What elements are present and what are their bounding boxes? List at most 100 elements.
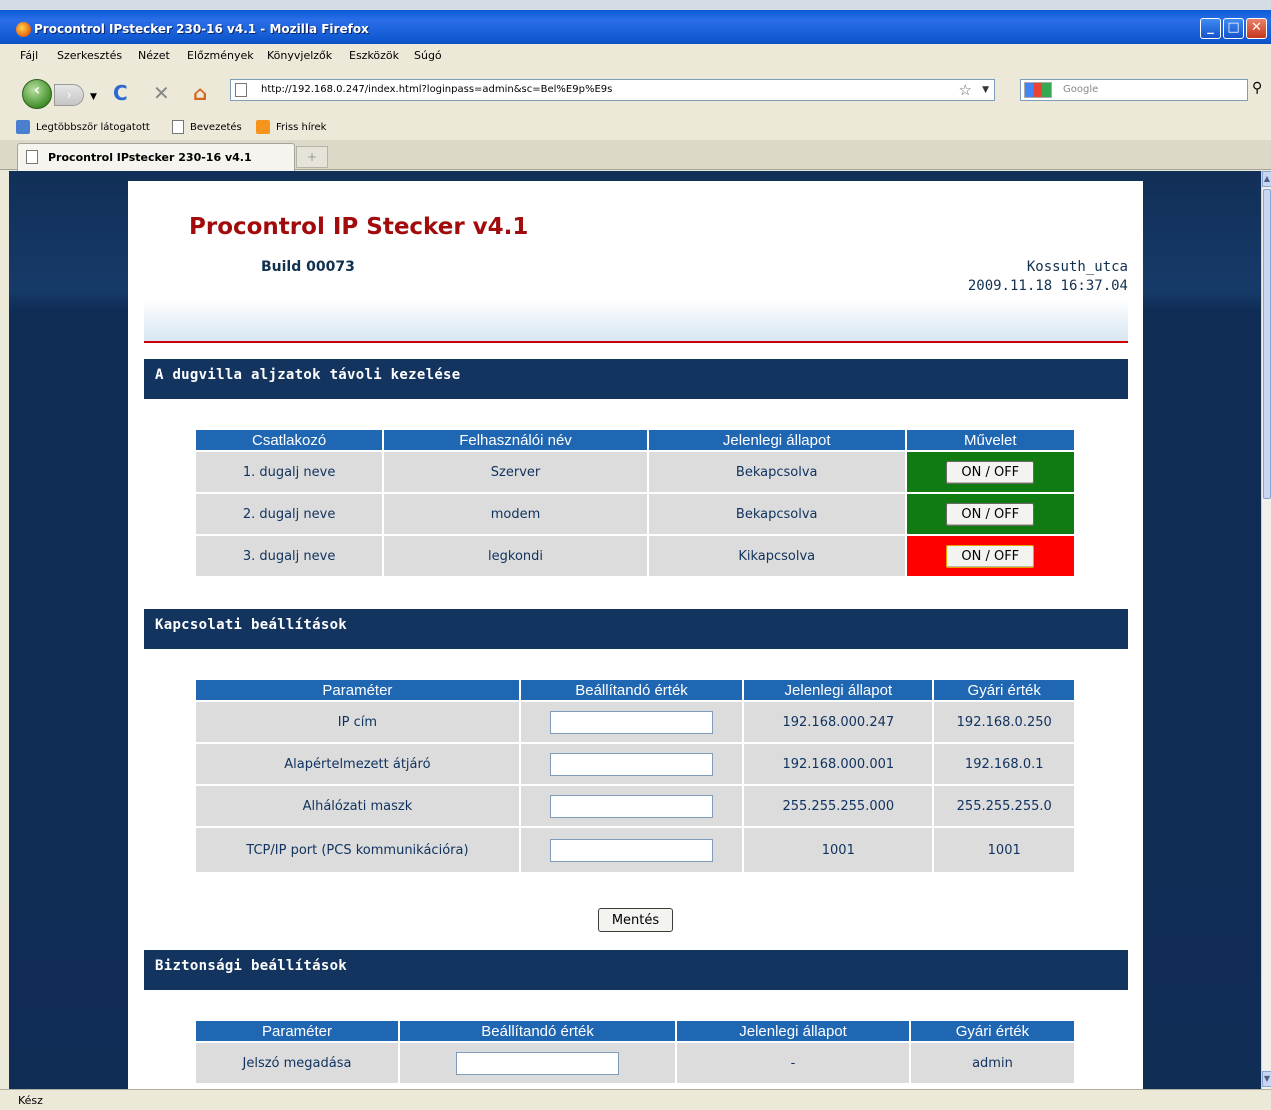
col-header: Beállítandó érték	[400, 1021, 676, 1041]
param-input-cell	[520, 744, 743, 784]
col-header: Paraméter	[196, 680, 519, 700]
scroll-down-icon[interactable]: ▼	[1262, 1071, 1271, 1087]
tab-title: Procontrol IPstecker 230-16 v4.1	[48, 151, 252, 164]
history-dropdown-icon[interactable]: ▼	[90, 86, 97, 108]
ip-address-input[interactable]	[550, 710, 714, 734]
menu-history[interactable]: Előzmények	[187, 49, 254, 62]
menu-view[interactable]: Nézet	[138, 49, 170, 62]
bookmark-news[interactable]: Friss hírek	[276, 122, 326, 133]
col-header: Beállítandó érték	[520, 680, 743, 700]
socket-user-name: modem	[384, 494, 647, 534]
table-row: Alapértelmezett átjáró 192.168.000.001 1…	[196, 744, 1074, 784]
page-icon	[235, 83, 247, 97]
socket-action-cell: ON / OFF	[906, 494, 1074, 534]
header-divider	[144, 341, 1128, 343]
col-header: Művelet	[906, 430, 1074, 450]
menu-help[interactable]: Súgó	[414, 49, 442, 62]
forward-button[interactable]: ›	[54, 84, 84, 106]
tcp-port-input[interactable]	[550, 838, 714, 862]
param-factory: 192.168.0.250	[934, 702, 1074, 742]
search-placeholder: Google	[1063, 84, 1099, 95]
save-button[interactable]: Mentés	[598, 908, 673, 932]
socket-state: Bekapcsolva	[648, 494, 905, 534]
col-header: Jelenlegi állapot	[744, 680, 933, 700]
toggle-button[interactable]: ON / OFF	[946, 460, 1035, 484]
navigation-toolbar: ‹ › ▼ C ✕ ⌂ http://192.168.0.247/index.h…	[0, 66, 1271, 116]
menu-file[interactable]: Fájl	[20, 49, 38, 62]
page-viewport: Procontrol IP Stecker v4.1 Build 00073 K…	[9, 171, 1261, 1089]
window-title: Procontrol IPstecker 230-16 v4.1 - Mozil…	[34, 22, 369, 36]
col-header: Jelenlegi állapot	[648, 430, 905, 450]
col-header: Gyári érték	[934, 680, 1074, 700]
param-factory: 192.168.0.1	[934, 744, 1074, 784]
scroll-up-icon[interactable]: ▲	[1262, 171, 1271, 187]
security-table: Paraméter Beállítandó érték Jelenlegi ál…	[194, 1019, 1076, 1085]
param-input-cell	[520, 786, 743, 826]
vertical-scrollbar[interactable]: ▲ ▼	[1261, 171, 1271, 1089]
param-label: Jelszó megadása	[196, 1043, 399, 1083]
table-row: 3. dugalj neve legkondi Kikapcsolva ON /…	[196, 536, 1074, 576]
search-box[interactable]: Google	[1020, 79, 1248, 101]
param-current: 255.255.255.000	[744, 786, 933, 826]
toggle-button[interactable]: ON / OFF	[946, 544, 1035, 568]
reload-icon[interactable]: C	[113, 82, 128, 104]
home-icon[interactable]: ⌂	[193, 82, 207, 104]
table-row: 1. dugalj neve Szerver Bekapcsolva ON / …	[196, 452, 1074, 492]
bookmark-most-visited[interactable]: Legtöbbször látogatott	[36, 122, 150, 133]
param-current: 1001	[744, 828, 933, 872]
table-row: IP cím 192.168.000.247 192.168.0.250	[196, 702, 1074, 742]
sockets-table: Csatlakozó Felhasználói név Jelenlegi ál…	[194, 428, 1076, 578]
tab-active[interactable]: Procontrol IPstecker 230-16 v4.1	[17, 143, 295, 171]
google-search-icon[interactable]	[1024, 82, 1052, 98]
param-current: 192.168.000.247	[744, 702, 933, 742]
socket-state: Bekapcsolva	[648, 452, 905, 492]
socket-action-cell: ON / OFF	[906, 536, 1074, 576]
col-header: Csatlakozó	[196, 430, 383, 450]
param-input-cell	[520, 828, 743, 872]
bookmarks-toolbar: Legtöbbször látogatott Bevezetés Friss h…	[0, 116, 1271, 140]
param-current: 192.168.000.001	[744, 744, 933, 784]
search-magnifier-icon[interactable]: ⚲	[1252, 80, 1262, 96]
tab-bar: Procontrol IPstecker 230-16 v4.1 +	[0, 140, 1271, 171]
firefox-icon	[16, 22, 31, 37]
socket-user-name: legkondi	[384, 536, 647, 576]
window-titlebar: Procontrol IPstecker 230-16 v4.1 - Mozil…	[0, 0, 1271, 44]
maximize-button[interactable]: □	[1223, 18, 1244, 39]
page-title: Procontrol IP Stecker v4.1	[189, 214, 529, 240]
param-current: -	[677, 1043, 909, 1083]
close-button[interactable]: ✕	[1246, 18, 1267, 39]
back-button[interactable]: ‹	[22, 79, 52, 109]
gateway-input[interactable]	[550, 752, 714, 776]
menu-tools[interactable]: Eszközök	[349, 49, 399, 62]
bookmark-intro[interactable]: Bevezetés	[190, 122, 242, 133]
col-header: Jelenlegi állapot	[677, 1021, 909, 1041]
col-header: Gyári érték	[910, 1021, 1074, 1041]
table-row: 2. dugalj neve modem Bekapcsolva ON / OF…	[196, 494, 1074, 534]
stop-icon[interactable]: ✕	[153, 82, 170, 104]
menu-bookmarks[interactable]: Könyvjelzők	[267, 49, 332, 62]
subnet-mask-input[interactable]	[550, 794, 714, 818]
socket-action-cell: ON / OFF	[906, 452, 1074, 492]
param-label: Alapértelmezett átjáró	[196, 744, 519, 784]
toggle-button[interactable]: ON / OFF	[946, 502, 1035, 526]
password-input[interactable]	[456, 1051, 620, 1075]
minimize-button[interactable]: _	[1200, 18, 1221, 39]
param-label: Alhálózati maszk	[196, 786, 519, 826]
scroll-thumb[interactable]	[1263, 189, 1271, 499]
menu-edit[interactable]: Szerkesztés	[57, 49, 122, 62]
new-tab-button[interactable]: +	[296, 146, 328, 168]
page-content: Procontrol IP Stecker v4.1 Build 00073 K…	[128, 181, 1143, 1089]
device-datetime: 2009.11.18 16:37.04	[967, 278, 1128, 294]
page-icon	[26, 150, 38, 164]
status-text: Kész	[18, 1094, 43, 1107]
socket-label: 1. dugalj neve	[196, 452, 383, 492]
section-heading-sockets: A dugvilla aljzatok távoli kezelése	[144, 359, 1128, 399]
connection-table: Paraméter Beállítandó érték Jelenlegi ál…	[194, 678, 1076, 874]
param-factory: 255.255.255.0	[934, 786, 1074, 826]
url-dropdown-icon[interactable]: ▼	[982, 85, 989, 95]
address-bar[interactable]: http://192.168.0.247/index.html?loginpas…	[230, 79, 995, 101]
socket-user-name: Szerver	[384, 452, 647, 492]
bookmark-star-icon[interactable]: ☆	[959, 81, 972, 99]
col-header: Felhasználói név	[384, 430, 647, 450]
param-factory: 1001	[934, 828, 1074, 872]
